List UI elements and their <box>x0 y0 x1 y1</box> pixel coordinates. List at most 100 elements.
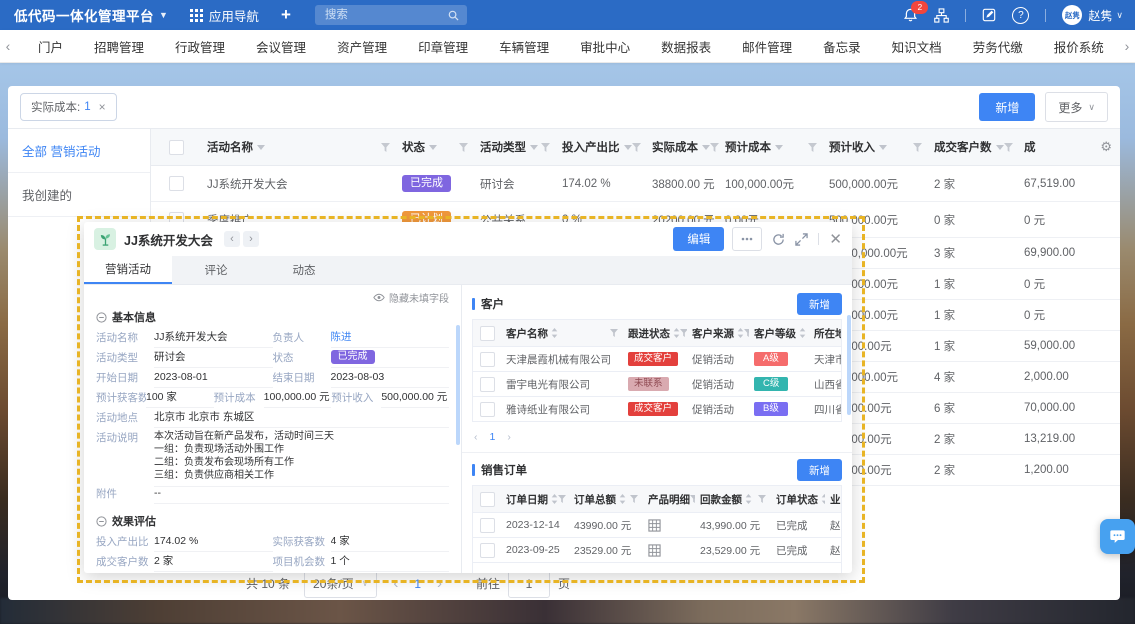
nav-item[interactable]: 劳务代缴 <box>964 33 1032 60</box>
col-deal-customers[interactable]: 成交客户数 <box>934 139 992 155</box>
col-customer-name[interactable]: 客户名称 <box>506 326 548 341</box>
help-button[interactable]: ? <box>1012 7 1029 24</box>
customer-name[interactable]: 雷宇电光有限公司 <box>501 377 623 392</box>
order-row[interactable]: 2023-12-14 43990.00 元 43,990.00 元 已完成 赵 <box>473 513 841 538</box>
select-all-checkbox[interactable] <box>169 140 184 155</box>
more-actions-button[interactable] <box>732 227 762 251</box>
col-expected-income[interactable]: 预计收入 <box>829 139 875 155</box>
col-status[interactable]: 状态 <box>402 139 425 155</box>
sort-icon[interactable] <box>745 494 752 504</box>
filter-funnel-icon[interactable] <box>1004 143 1013 152</box>
sort-icon[interactable] <box>673 328 680 338</box>
filter-funnel-icon[interactable] <box>610 329 618 337</box>
filter-funnel-icon[interactable] <box>808 143 817 152</box>
customer-name[interactable]: 天津晨霞机械有限公司 <box>501 352 623 367</box>
filter-funnel-icon[interactable] <box>710 143 719 152</box>
filter-funnel-icon[interactable] <box>541 143 550 152</box>
next-record-button[interactable]: › <box>243 231 259 247</box>
nav-item[interactable]: 资产管理 <box>328 33 396 60</box>
col-roi[interactable]: 投入产出比 <box>562 139 620 155</box>
user-name[interactable]: 赵隽 <box>1088 7 1112 24</box>
nav-item[interactable]: 审批中心 <box>571 33 639 60</box>
brand-title[interactable]: 低代码一体化管理平台 <box>14 5 154 25</box>
filter-funnel-icon[interactable] <box>632 143 641 152</box>
product-detail-icon[interactable] <box>648 544 661 557</box>
nav-item[interactable]: 招聘管理 <box>85 33 153 60</box>
col-planned-cost[interactable]: 预计成本 <box>725 139 771 155</box>
nav-scroll-left[interactable]: ‹ <box>0 38 16 54</box>
tab-marketing-activity[interactable]: 营销活动 <box>84 256 172 284</box>
org-button[interactable] <box>934 8 949 23</box>
col-order-total[interactable]: 订单总额 <box>574 492 616 507</box>
sort-caret-icon[interactable] <box>996 145 1004 150</box>
scrollbar[interactable] <box>456 325 460 445</box>
search-input[interactable] <box>323 8 448 22</box>
prev-record-button[interactable]: ‹ <box>224 231 240 247</box>
filter-funnel-icon[interactable] <box>758 495 766 503</box>
edit-button[interactable]: 编辑 <box>673 227 724 251</box>
global-search[interactable] <box>315 5 467 25</box>
sort-caret-icon[interactable] <box>702 145 710 150</box>
sort-caret-icon[interactable] <box>879 145 887 150</box>
brand-caret-icon[interactable]: ▼ <box>159 10 168 20</box>
col-customer-level[interactable]: 客户等级 <box>754 326 796 341</box>
sort-icon[interactable] <box>737 328 744 338</box>
nav-item[interactable]: 数据报表 <box>652 33 720 60</box>
sort-caret-icon[interactable] <box>257 145 265 150</box>
prev-page-button[interactable]: ‹ <box>393 575 398 592</box>
sort-caret-icon[interactable] <box>429 145 437 150</box>
scrollbar[interactable] <box>847 315 851 415</box>
filter-funnel-icon[interactable] <box>913 143 922 152</box>
col-activity-type[interactable]: 活动类型 <box>480 139 526 155</box>
user-menu-caret-icon[interactable]: ∨ <box>1116 10 1123 21</box>
row-checkbox[interactable] <box>169 176 184 191</box>
sort-icon[interactable] <box>799 328 806 338</box>
sort-icon[interactable] <box>619 494 626 504</box>
nav-scroll-right[interactable]: › <box>1119 38 1135 54</box>
filter-funnel-icon[interactable] <box>558 495 566 503</box>
row-checkbox[interactable] <box>480 518 495 533</box>
owner-link[interactable]: 陈进 <box>331 327 450 348</box>
sort-caret-icon[interactable] <box>530 145 538 150</box>
col-salesman[interactable]: 业 <box>830 492 841 507</box>
sidebar-item-created-by-me[interactable]: 我创建的 <box>8 173 150 217</box>
select-all-checkbox[interactable] <box>480 326 495 341</box>
nav-item[interactable]: 备忘录 <box>814 33 870 60</box>
page-size-select[interactable]: 20条/页 ∨ <box>304 570 377 598</box>
col-order-status[interactable]: 订单状态 <box>776 492 818 507</box>
nav-item[interactable]: 邮件管理 <box>733 33 801 60</box>
row-checkbox[interactable] <box>480 377 495 392</box>
section-evaluation[interactable]: 效果评估 <box>96 511 449 531</box>
sort-icon[interactable] <box>551 494 558 504</box>
column-settings-icon[interactable]: ⚙ <box>1100 139 1112 155</box>
notification-button[interactable]: 2 <box>903 8 918 23</box>
add-button[interactable]: 新增 <box>979 93 1035 121</box>
add-order-button[interactable]: 新增 <box>797 459 842 481</box>
nav-item[interactable]: 报价系统 <box>1045 33 1113 60</box>
nav-item[interactable]: 印章管理 <box>409 33 477 60</box>
add-customer-button[interactable]: 新增 <box>797 293 842 315</box>
next-page-button[interactable]: › <box>437 575 442 592</box>
col-customer-source[interactable]: 客户来源 <box>692 326 734 341</box>
select-all-checkbox[interactable] <box>480 492 495 507</box>
customer-row[interactable]: 天津晨霞机械有限公司 成交客户 促销活动 A级 天津市 <box>473 347 841 372</box>
current-page[interactable]: 1 <box>490 431 496 443</box>
sort-caret-icon[interactable] <box>624 145 632 150</box>
col-order-date[interactable]: 订单日期 <box>506 492 548 507</box>
cell-activity-name[interactable]: JJ系统开发大会 <box>201 176 396 192</box>
next-page-button[interactable]: › <box>507 431 511 443</box>
col-activity-name[interactable]: 活动名称 <box>207 139 253 155</box>
avatar[interactable]: 赵隽 <box>1062 5 1082 25</box>
filter-tag-close-icon[interactable]: × <box>99 100 106 114</box>
chat-button[interactable] <box>1100 519 1135 554</box>
current-page[interactable]: 1 <box>414 577 421 591</box>
customer-row[interactable]: 雷宇电光有限公司 未联系 促销活动 C级 山西省 <box>473 372 841 397</box>
col-follow-status[interactable]: 跟进状态 <box>628 326 670 341</box>
customer-row[interactable]: 雅诗纸业有限公司 成交客户 促销活动 B级 四川省 <box>473 397 841 422</box>
order-row[interactable]: 2023-09-25 23529.00 元 23,529.00 元 已完成 赵 <box>473 538 841 563</box>
nav-item[interactable]: 门户 <box>29 33 72 60</box>
row-checkbox[interactable] <box>480 352 495 367</box>
more-button[interactable]: 更多 ∨ <box>1045 92 1108 122</box>
table-row[interactable]: JJ系统开发大会 已完成 研讨会 174.02 % 38800.00 元 100… <box>151 166 1120 202</box>
col-actual-cost[interactable]: 实际成本 <box>652 139 698 155</box>
